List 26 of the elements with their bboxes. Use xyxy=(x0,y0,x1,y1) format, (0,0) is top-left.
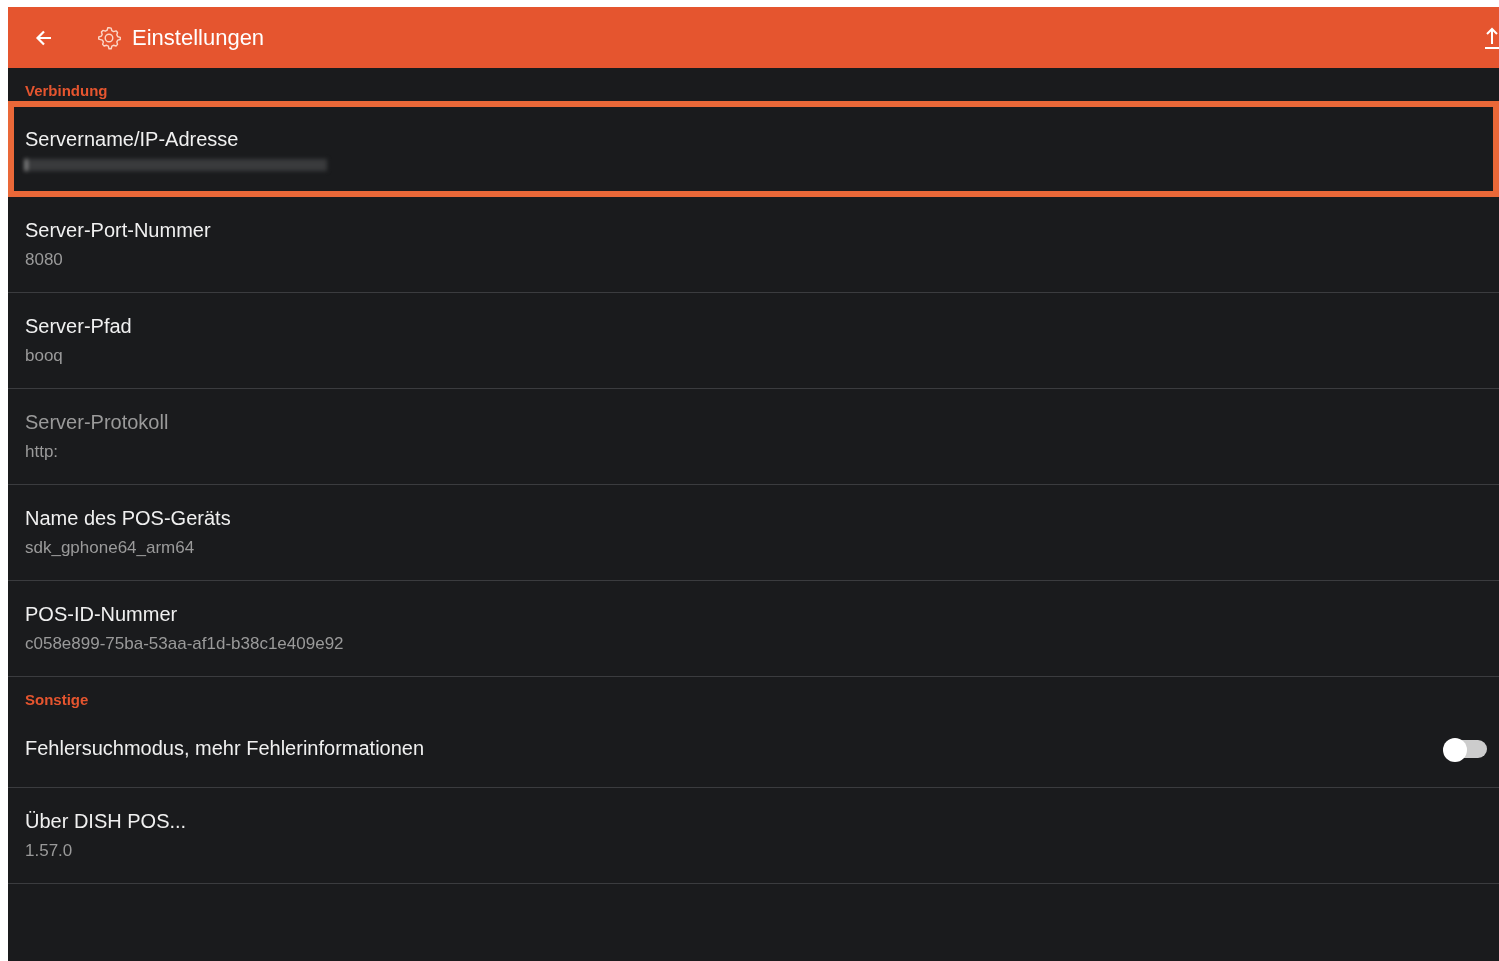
screen-title: Einstellungen xyxy=(132,24,265,51)
item-title: Server-Port-Nummer xyxy=(25,219,212,242)
settings-item[interactable]: Servername/IP-Adresse xyxy=(8,101,1499,197)
item-value: 1.57.0 xyxy=(25,841,74,861)
item-title: Server-Pfad xyxy=(25,315,133,338)
item-title: Server-Protokoll xyxy=(25,411,170,434)
settings-item[interactable]: POS-ID-Nummer c058e899-75ba-53aa-af1d-b38c1e409e92 xyxy=(8,581,1499,677)
item-title: Über DISH POS... xyxy=(25,810,188,833)
settings-item[interactable]: Über DISH POS... 1.57.0 xyxy=(8,788,1499,884)
settings-item[interactable]: Fehlersuchmodus, mehr Fehlerinformationen xyxy=(8,710,1499,788)
item-title: POS-ID-Nummer xyxy=(25,603,179,626)
settings-item[interactable]: Server-Pfad booq xyxy=(8,293,1499,389)
section-header: Verbindung xyxy=(24,81,109,101)
item-value: booq xyxy=(25,346,64,366)
settings-icon xyxy=(96,24,122,51)
upload-icon[interactable] xyxy=(1485,25,1499,50)
settings-item[interactable]: Server-Port-Nummer 8080 xyxy=(8,197,1499,293)
item-title: Name des POS-Geräts xyxy=(25,507,232,530)
section-header: Sonstige xyxy=(24,690,90,710)
item-value: 8080 xyxy=(25,250,64,270)
item-value: http: xyxy=(25,442,60,462)
item-title: Fehlersuchmodus, mehr Fehlerinformationen xyxy=(25,737,426,760)
settings-item[interactable]: Name des POS-Geräts sdk_gphone64_arm64 xyxy=(8,485,1499,581)
item-value: sdk_gphone64_arm64 xyxy=(25,538,196,558)
item-value: c058e899-75ba-53aa-af1d-b38c1e409e92 xyxy=(25,634,345,654)
item-title: Servername/IP-Adresse xyxy=(25,127,240,151)
